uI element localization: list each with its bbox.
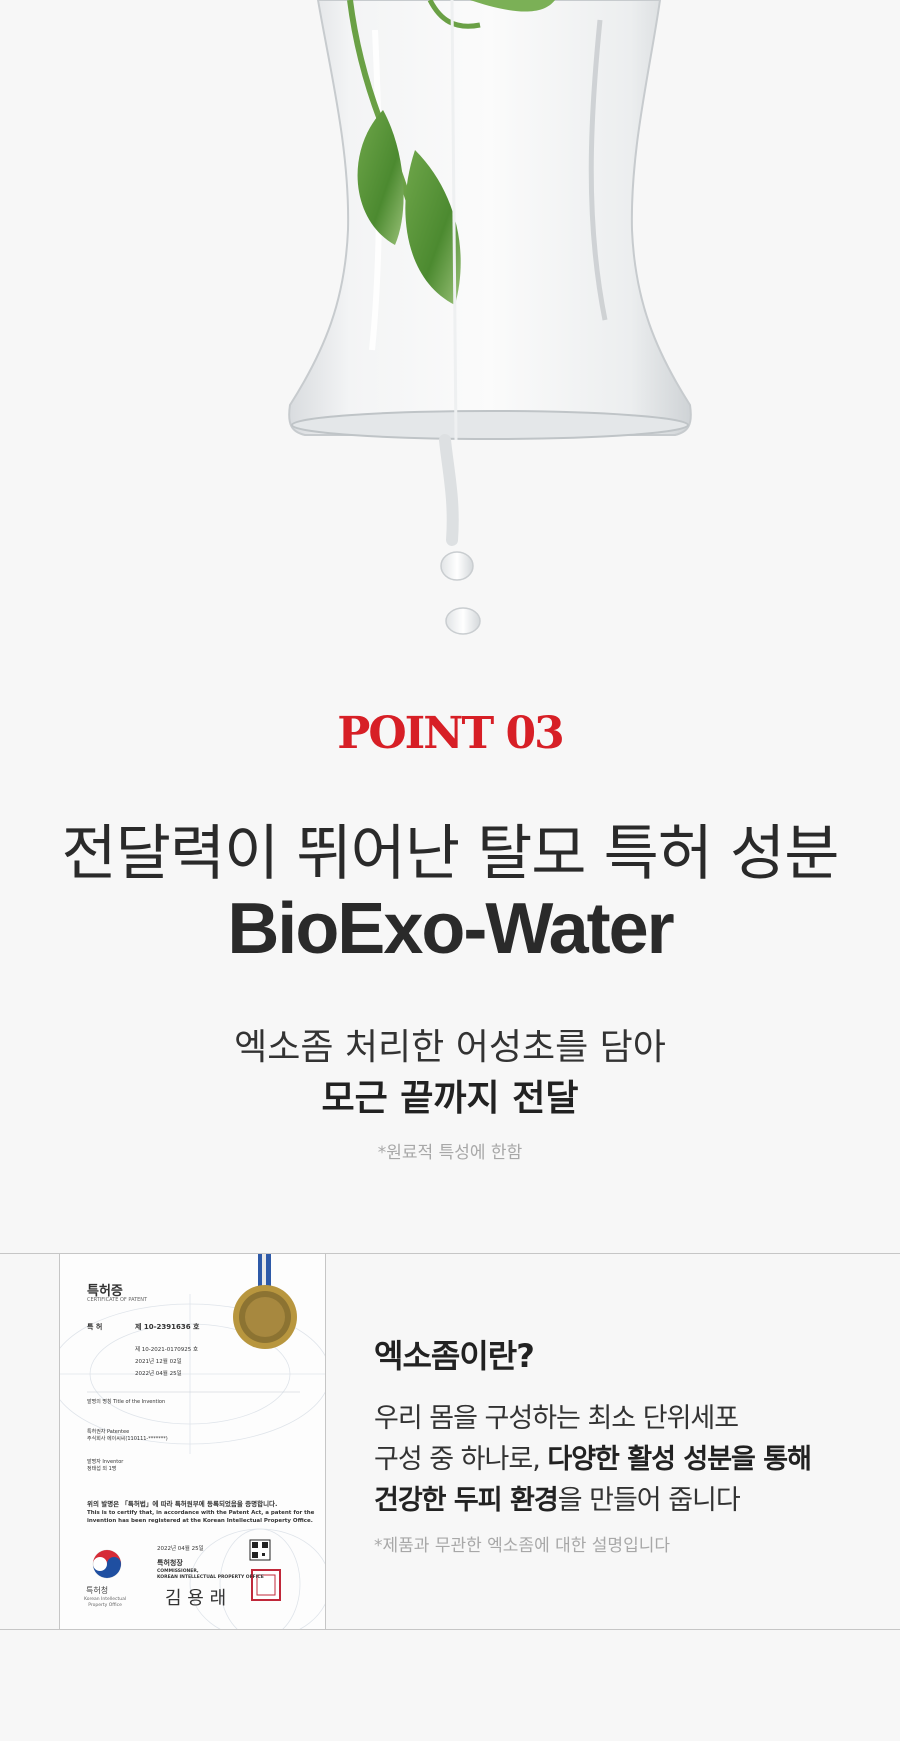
cert-signature: 김 용 래: [165, 1588, 227, 1609]
cert-filing-date: 2021년 12월 02일: [135, 1359, 182, 1365]
cert-inventor: 발명자 Inventor 정태섭 외 1명: [87, 1459, 123, 1473]
cert-office-en: Korean Intellectual Property Office: [84, 1597, 126, 1609]
cert-inventor-name: 정태섭 외 1명: [87, 1466, 117, 1472]
cert-owner: 특허권자 Patentee 주식회사 에이씨씨(110111-*******): [87, 1429, 168, 1443]
subtitle-line-1: 엑소좀 처리한 어성초를 담아: [234, 1027, 666, 1068]
cert-invention-title: 발명의 명칭 Title of the Invention: [87, 1399, 166, 1405]
ingredient-footnote: *원료적 특성에 한함: [377, 1143, 523, 1163]
subtitle-line-2: 모근 끝까지 전달: [321, 1078, 579, 1119]
cert-owner-label: 특허권자 Patentee: [87, 1429, 130, 1435]
exosome-info-body: 우리 몸을 구성하는 최소 단위세포 구성 중 하나로, 다양한 활성 성분을 …: [374, 1398, 874, 1521]
cert-registration-date: 2022년 04월 25일: [135, 1371, 182, 1377]
cert-commissioner-en-line-2: KOREAN INTELLECTUAL PROPERTY OFFICE: [157, 1575, 264, 1580]
cert-statement-en-line-2: invention has been registered at the Kor…: [87, 1517, 313, 1524]
kipo-logo-icon: [92, 1549, 122, 1579]
qr-code-icon: [249, 1539, 271, 1561]
gold-seal-icon: [233, 1285, 297, 1349]
product-name: BioExo-Water: [227, 889, 674, 969]
info-line-1: 우리 몸을 구성하는 최소 단위세포: [374, 1403, 739, 1434]
cert-subtitle: CERTIFICATE OF PATENT: [87, 1297, 148, 1303]
info-line-2: 구성 중 하나로, 다양한 활성 성분을 통해: [374, 1439, 874, 1480]
cert-office: 특허청: [86, 1586, 109, 1595]
cert-office-en-line-2: Property Office: [88, 1603, 122, 1608]
patent-certificate-image: 특허증 CERTIFICATE OF PATENT 특 허 제 10-23916…: [59, 1254, 326, 1629]
cert-application-number: 제 10-2021-0170925 호: [135, 1347, 199, 1353]
cert-issue-date: 2022년 04월 25일: [157, 1546, 204, 1552]
info-line-3-bold: 건강한 두피 환경: [374, 1485, 559, 1516]
exosome-info-title: 엑소좀이란?: [374, 1337, 535, 1375]
info-line-3-regular: 을 만들어 줍니다: [557, 1485, 741, 1516]
hero-image-glass-vase: [0, 0, 900, 660]
info-line-2-bold: 다양한 활성 성분을 통해: [547, 1444, 812, 1475]
exosome-footnote: *제품과 무관한 엑소좀에 대한 설명입니다: [374, 1536, 670, 1556]
headline: 전달력이 뛰어난 탈모 특허 성분: [61, 819, 840, 889]
info-line-2-regular: 구성 중 하나로,: [374, 1444, 548, 1475]
cert-patent-number: 제 10-2391636 호: [135, 1323, 200, 1331]
cert-statement-en-line-1: This is to certify that, in accordance w…: [87, 1510, 315, 1516]
cert-patent-label: 특 허: [87, 1323, 103, 1331]
point-label: POINT 03: [337, 708, 565, 759]
cert-owner-name: 주식회사 에이씨씨(110111-*******): [87, 1436, 168, 1442]
cert-inventor-label: 발명자 Inventor: [87, 1459, 124, 1465]
info-line-3: 건강한 두피 환경을 만들어 줍니다: [374, 1480, 874, 1521]
cert-commissioner: 특허청장: [157, 1559, 183, 1567]
section-divider-bottom: [0, 1629, 900, 1630]
cert-statement: 위의 발명은 「특허법」에 따라 특허원부에 등록되었음을 증명합니다.: [87, 1500, 278, 1508]
cert-statement-en: This is to certify that, in accordance w…: [87, 1510, 314, 1525]
cert-commissioner-en: COMMISSIONER, KOREAN INTELLECTUAL PROPER…: [157, 1569, 264, 1581]
